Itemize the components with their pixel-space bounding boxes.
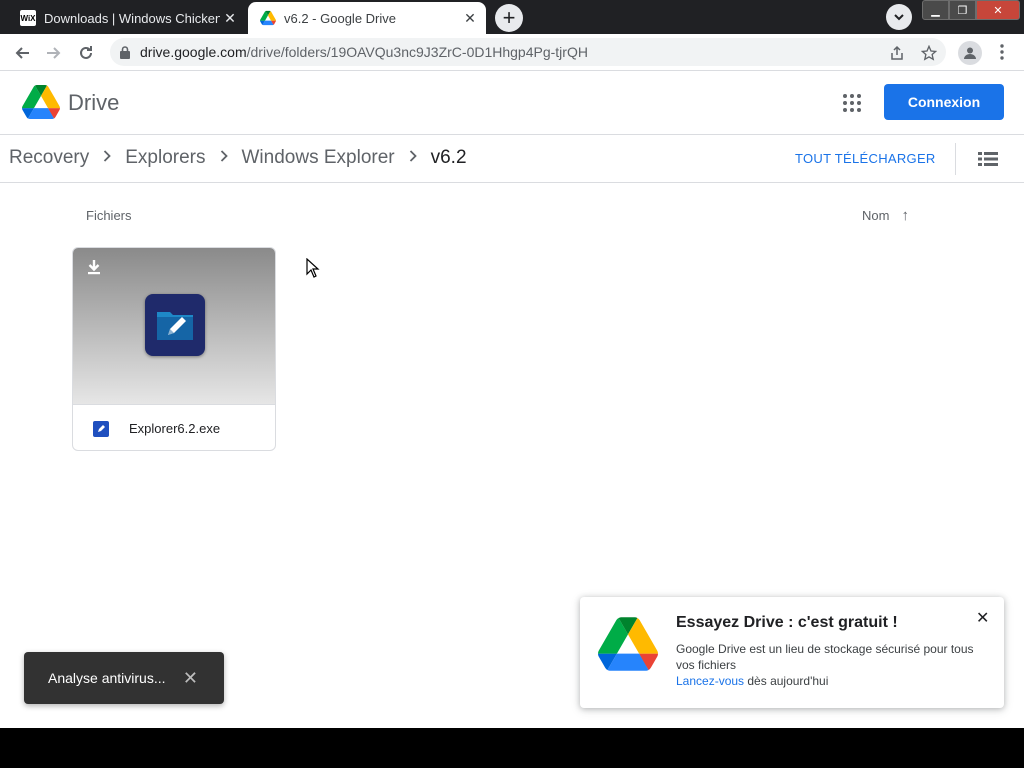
tab-close-icon[interactable]: ✕ <box>460 8 480 28</box>
snackbar-close-icon[interactable]: ✕ <box>183 668 198 689</box>
bookmark-star-icon[interactable] <box>920 44 938 62</box>
address-bar[interactable]: drive.google.com/drive/folders/19OAVQu3n… <box>110 38 946 66</box>
back-button[interactable] <box>8 39 36 67</box>
profile-avatar-icon[interactable] <box>958 41 982 65</box>
download-all-button[interactable]: TOUT TÉLÉCHARGER <box>795 151 936 166</box>
new-tab-button[interactable]: + <box>495 4 523 32</box>
sort-ascending-icon[interactable]: ↑ <box>901 207 909 224</box>
promo-link-suffix: dès aujourd'hui <box>744 674 829 688</box>
drive-favicon-icon <box>260 10 276 26</box>
url-path: /drive/folders/19OAVQu3nc9J3ZrC-0D1Hhgp4… <box>246 44 588 60</box>
breadcrumb-bar: Recovery Explorers Windows Explorer v6.2… <box>0 135 1024 183</box>
file-name: Explorer6.2.exe <box>129 421 221 436</box>
promo-title: Essayez Drive : c'est gratuit ! <box>676 614 898 631</box>
antivirus-scan-snackbar: Analyse antivirus... ✕ <box>24 652 224 704</box>
list-view-icon[interactable] <box>978 151 998 167</box>
browser-toolbar: drive.google.com/drive/folders/19OAVQu3n… <box>0 34 1024 71</box>
chevron-down-icon <box>894 14 904 21</box>
window-minimize-button[interactable]: ▁ <box>922 0 949 20</box>
breadcrumb: Recovery Explorers Windows Explorer v6.2 <box>9 147 467 169</box>
wix-favicon-icon: WiX <box>20 10 36 26</box>
drive-logo-icon <box>598 617 658 671</box>
exe-file-icon <box>93 420 109 437</box>
breadcrumb-item-current: v6.2 <box>430 147 467 168</box>
tab-close-icon[interactable]: ✕ <box>220 8 240 28</box>
file-info: Explorer6.2.exe <box>73 404 275 450</box>
url-text: drive.google.com/drive/folders/19OAVQu3n… <box>140 44 588 60</box>
browser-window: WiX Downloads | Windows Chicken ✕ v6.2 -… <box>0 0 1024 728</box>
window-close-button[interactable]: ✕ <box>976 0 1020 20</box>
exe-app-icon <box>145 294 205 356</box>
google-apps-icon[interactable] <box>843 94 861 112</box>
tab-strip: WiX Downloads | Windows Chicken ✕ v6.2 -… <box>0 0 1024 34</box>
app-name[interactable]: Drive <box>68 90 119 116</box>
tab-downloads-windows-chicken[interactable]: WiX Downloads | Windows Chicken ✕ <box>8 2 246 34</box>
promo-link[interactable]: Lancez-vous <box>676 674 744 688</box>
drive-logo-icon[interactable] <box>22 85 60 119</box>
breadcrumb-item-recovery[interactable]: Recovery <box>9 147 89 169</box>
screen-bottom-bar <box>0 728 1024 768</box>
chevron-right-icon <box>103 149 112 167</box>
promo-body: Google Drive est un lieu de stockage séc… <box>676 641 976 689</box>
share-icon[interactable] <box>888 44 906 62</box>
tab-title: v6.2 - Google Drive <box>284 10 396 26</box>
sign-in-button[interactable]: Connexion <box>884 84 1004 120</box>
reload-button[interactable] <box>72 39 100 67</box>
tab-title: Downloads | Windows Chicken <box>44 10 220 26</box>
sort-by-name-button[interactable]: Nom ↑ <box>862 207 909 224</box>
back-arrow-icon <box>15 47 29 59</box>
sort-label: Nom <box>862 208 890 223</box>
breadcrumb-item-explorers[interactable]: Explorers <box>125 147 205 169</box>
drive-promo-popup: Essayez Drive : c'est gratuit ! Google D… <box>580 597 1004 708</box>
tab-google-drive[interactable]: v6.2 - Google Drive ✕ <box>248 2 486 34</box>
window-maximize-button[interactable]: ❐ <box>949 0 976 20</box>
chevron-right-icon <box>220 149 228 167</box>
promo-text: Google Drive est un lieu de stockage séc… <box>676 642 974 672</box>
browser-menu-icon[interactable] <box>990 40 1014 64</box>
file-card[interactable]: Explorer6.2.exe <box>72 247 276 451</box>
url-host: drive.google.com <box>140 44 247 60</box>
reload-icon <box>80 46 92 59</box>
divider <box>955 143 956 175</box>
lock-icon <box>120 45 130 59</box>
mouse-cursor-icon <box>306 258 320 278</box>
file-thumbnail[interactable] <box>73 248 275 404</box>
forward-arrow-icon <box>47 47 61 59</box>
tab-search-button[interactable] <box>886 4 912 30</box>
section-label-files: Fichiers <box>86 208 132 223</box>
chevron-right-icon <box>409 149 417 167</box>
drive-header: Drive Connexion <box>0 71 1024 135</box>
promo-close-icon[interactable]: ✕ <box>976 608 989 628</box>
forward-button[interactable] <box>40 39 68 67</box>
breadcrumb-item-windows-explorer[interactable]: Windows Explorer <box>242 147 395 169</box>
snackbar-message: Analyse antivirus... <box>48 670 166 686</box>
download-icon[interactable] <box>85 258 103 276</box>
